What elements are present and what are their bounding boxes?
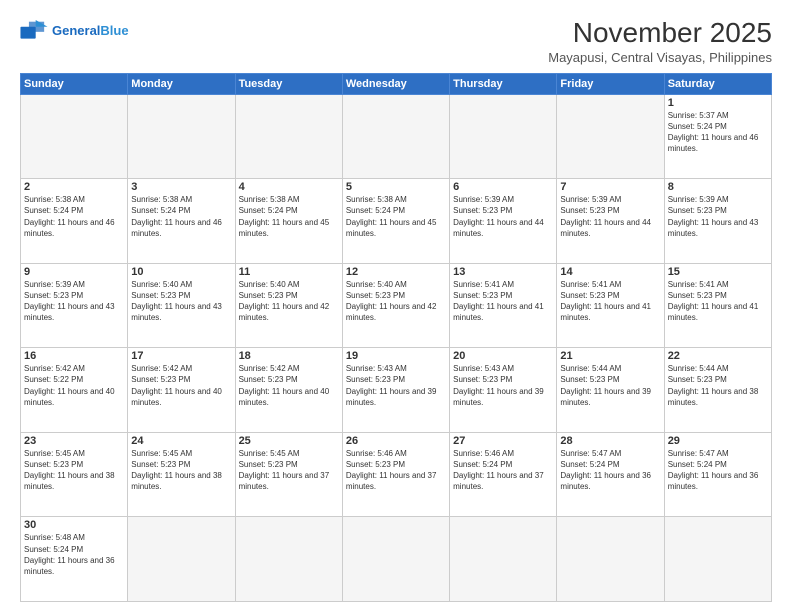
day-19: 19 Sunrise: 5:43 AMSunset: 5:23 PMDaylig… xyxy=(342,348,449,433)
header-sunday: Sunday xyxy=(21,73,128,94)
logo-general: General xyxy=(52,23,100,38)
week-row-2: 2 Sunrise: 5:38 AMSunset: 5:24 PMDayligh… xyxy=(21,179,772,264)
empty-cell xyxy=(664,517,771,602)
week-row-1: 1 Sunrise: 5:37 AMSunset: 5:24 PMDayligh… xyxy=(21,94,772,179)
day-21: 21 Sunrise: 5:44 AMSunset: 5:23 PMDaylig… xyxy=(557,348,664,433)
empty-cell xyxy=(235,94,342,179)
day-12: 12 Sunrise: 5:40 AMSunset: 5:23 PMDaylig… xyxy=(342,263,449,348)
empty-cell xyxy=(557,94,664,179)
empty-cell xyxy=(342,517,449,602)
day-10: 10 Sunrise: 5:40 AMSunset: 5:23 PMDaylig… xyxy=(128,263,235,348)
generalblue-icon xyxy=(20,20,48,42)
empty-cell xyxy=(450,94,557,179)
day-22: 22 Sunrise: 5:44 AMSunset: 5:23 PMDaylig… xyxy=(664,348,771,433)
header-thursday: Thursday xyxy=(450,73,557,94)
header: GeneralBlue November 2025 Mayapusi, Cent… xyxy=(20,16,772,65)
empty-cell xyxy=(128,517,235,602)
header-monday: Monday xyxy=(128,73,235,94)
header-tuesday: Tuesday xyxy=(235,73,342,94)
day-4: 4 Sunrise: 5:38 AMSunset: 5:24 PMDayligh… xyxy=(235,179,342,264)
week-row-6: 30 Sunrise: 5:48 AMSunset: 5:24 PMDaylig… xyxy=(21,517,772,602)
day-27: 27 Sunrise: 5:46 AMSunset: 5:24 PMDaylig… xyxy=(450,432,557,517)
logo-blue: Blue xyxy=(100,23,128,38)
day-2: 2 Sunrise: 5:38 AMSunset: 5:24 PMDayligh… xyxy=(21,179,128,264)
empty-cell xyxy=(21,94,128,179)
logo-text: GeneralBlue xyxy=(52,24,129,38)
day-20: 20 Sunrise: 5:43 AMSunset: 5:23 PMDaylig… xyxy=(450,348,557,433)
day-9: 9 Sunrise: 5:39 AMSunset: 5:23 PMDayligh… xyxy=(21,263,128,348)
week-row-3: 9 Sunrise: 5:39 AMSunset: 5:23 PMDayligh… xyxy=(21,263,772,348)
empty-cell xyxy=(235,517,342,602)
day-16: 16 Sunrise: 5:42 AMSunset: 5:22 PMDaylig… xyxy=(21,348,128,433)
day-25: 25 Sunrise: 5:45 AMSunset: 5:23 PMDaylig… xyxy=(235,432,342,517)
day-18: 18 Sunrise: 5:42 AMSunset: 5:23 PMDaylig… xyxy=(235,348,342,433)
day-28: 28 Sunrise: 5:47 AMSunset: 5:24 PMDaylig… xyxy=(557,432,664,517)
week-row-4: 16 Sunrise: 5:42 AMSunset: 5:22 PMDaylig… xyxy=(21,348,772,433)
header-friday: Friday xyxy=(557,73,664,94)
empty-cell xyxy=(450,517,557,602)
day-24: 24 Sunrise: 5:45 AMSunset: 5:23 PMDaylig… xyxy=(128,432,235,517)
empty-cell xyxy=(128,94,235,179)
day-7: 7 Sunrise: 5:39 AMSunset: 5:23 PMDayligh… xyxy=(557,179,664,264)
day-3: 3 Sunrise: 5:38 AMSunset: 5:24 PMDayligh… xyxy=(128,179,235,264)
day-1: 1 Sunrise: 5:37 AMSunset: 5:24 PMDayligh… xyxy=(664,94,771,179)
month-title: November 2025 xyxy=(548,16,772,50)
day-17: 17 Sunrise: 5:42 AMSunset: 5:23 PMDaylig… xyxy=(128,348,235,433)
calendar: Sunday Monday Tuesday Wednesday Thursday… xyxy=(20,73,772,602)
weekday-header-row: Sunday Monday Tuesday Wednesday Thursday… xyxy=(21,73,772,94)
header-wednesday: Wednesday xyxy=(342,73,449,94)
page: GeneralBlue November 2025 Mayapusi, Cent… xyxy=(0,0,792,612)
empty-cell xyxy=(342,94,449,179)
day-6: 6 Sunrise: 5:39 AMSunset: 5:23 PMDayligh… xyxy=(450,179,557,264)
header-saturday: Saturday xyxy=(664,73,771,94)
day-11: 11 Sunrise: 5:40 AMSunset: 5:23 PMDaylig… xyxy=(235,263,342,348)
day-23: 23 Sunrise: 5:45 AMSunset: 5:23 PMDaylig… xyxy=(21,432,128,517)
day-15: 15 Sunrise: 5:41 AMSunset: 5:23 PMDaylig… xyxy=(664,263,771,348)
day-8: 8 Sunrise: 5:39 AMSunset: 5:23 PMDayligh… xyxy=(664,179,771,264)
day-14: 14 Sunrise: 5:41 AMSunset: 5:23 PMDaylig… xyxy=(557,263,664,348)
title-block: November 2025 Mayapusi, Central Visayas,… xyxy=(548,16,772,65)
day-5: 5 Sunrise: 5:38 AMSunset: 5:24 PMDayligh… xyxy=(342,179,449,264)
day-13: 13 Sunrise: 5:41 AMSunset: 5:23 PMDaylig… xyxy=(450,263,557,348)
empty-cell xyxy=(557,517,664,602)
week-row-5: 23 Sunrise: 5:45 AMSunset: 5:23 PMDaylig… xyxy=(21,432,772,517)
logo: GeneralBlue xyxy=(20,20,129,42)
day-26: 26 Sunrise: 5:46 AMSunset: 5:23 PMDaylig… xyxy=(342,432,449,517)
location: Mayapusi, Central Visayas, Philippines xyxy=(548,50,772,65)
day-30: 30 Sunrise: 5:48 AMSunset: 5:24 PMDaylig… xyxy=(21,517,128,602)
day-29: 29 Sunrise: 5:47 AMSunset: 5:24 PMDaylig… xyxy=(664,432,771,517)
